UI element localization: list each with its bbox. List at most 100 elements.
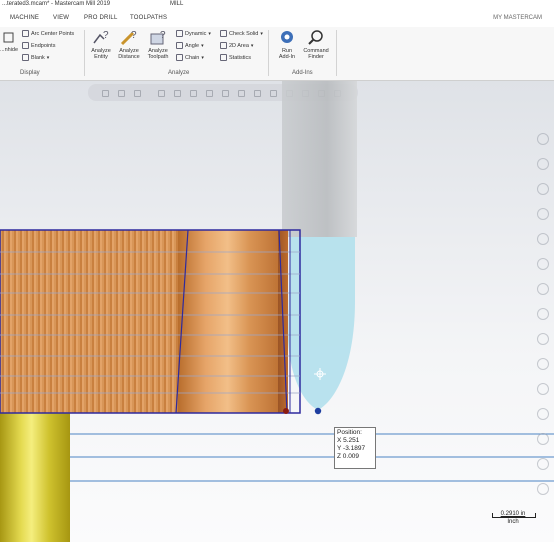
endpoint-dot[interactable]: [314, 407, 322, 415]
position-z: Z 0.009: [337, 453, 360, 460]
chain-lines: [70, 433, 554, 482]
zoom-in-icon[interactable]: [537, 133, 549, 145]
scale-indicator: 0.2910 in Inch: [488, 511, 538, 527]
analyze-distance-label-2: Distance: [118, 54, 140, 60]
wireframe-icon[interactable]: [537, 383, 549, 395]
top-view-icon[interactable]: [537, 258, 549, 270]
chain-label: Chain: [185, 54, 200, 61]
chevron-down-icon: ▾: [201, 54, 204, 61]
endpoints-label: Endpoints: [31, 42, 56, 49]
dynamic-icon: [176, 30, 183, 37]
run-addin-button[interactable]: Run Add-In: [273, 29, 301, 60]
chevron-down-icon: ▾: [208, 30, 211, 37]
blank-icon: [22, 54, 29, 61]
analyze-toolpath-label-2: Toolpath: [147, 54, 169, 60]
blank-item[interactable]: Blank ▾: [22, 54, 49, 61]
svg-text:?: ?: [131, 30, 137, 41]
chevron-down-icon: ▾: [250, 42, 254, 49]
my-mastercam-link[interactable]: MY MASTERCAM: [493, 15, 542, 21]
display-group-label: Display: [20, 70, 40, 76]
ribbon: ...nhide Arc Center Points Endpoints Bla…: [0, 27, 554, 81]
svg-text:?: ?: [103, 30, 109, 41]
command-finder-icon: [306, 29, 326, 46]
front-view-icon[interactable]: [537, 283, 549, 295]
position-title: Position:: [337, 429, 362, 436]
check-solid-item[interactable]: Check Solid ▾: [220, 30, 263, 37]
iso-view-icon[interactable]: [537, 333, 549, 345]
check-solid-icon: [220, 30, 227, 37]
2d-area-label: 2D Area: [229, 42, 249, 49]
statistics-item[interactable]: Statistics: [220, 54, 251, 61]
command-finder-label-2: Finder: [308, 54, 324, 60]
product-tab: MILL: [170, 1, 184, 7]
graphics-viewport[interactable]: Position: X 5.251 Y -3.1897 Z 0.009 0.29…: [0, 81, 554, 542]
toolbar-more-icon[interactable]: [537, 483, 549, 495]
analyze-distance-icon: ?: [119, 29, 139, 46]
dynamic-label: Dynamic: [185, 30, 207, 37]
scale-unit: Inch: [507, 519, 519, 525]
unhide-label: ...nhide: [0, 47, 19, 53]
rotate-icon[interactable]: [537, 208, 549, 220]
groove-right-edge: [278, 229, 288, 414]
tab-pro-drill[interactable]: PRO DRILL: [84, 15, 117, 21]
analyze-toolpath-icon: ?: [148, 29, 168, 46]
tool-tip: [288, 237, 355, 410]
position-readout: Position: X 5.251 Y -3.1897 Z 0.009: [334, 427, 376, 469]
unhide-button[interactable]: ...nhide: [0, 31, 18, 53]
dynamic-item[interactable]: Dynamic ▾: [176, 30, 211, 37]
check-solid-label: Check Solid: [229, 30, 259, 37]
analyze-entity-button[interactable]: ? Analyze Entity: [88, 29, 114, 60]
pan-icon[interactable]: [537, 233, 549, 245]
analyze-entity-label-2: Entity: [94, 54, 108, 60]
endpoints-item[interactable]: Endpoints: [22, 42, 55, 49]
separator: [268, 30, 269, 76]
tab-machine[interactable]: MACHINE: [10, 15, 39, 21]
statistics-label: Statistics: [229, 54, 252, 61]
chain-icon: [176, 54, 183, 61]
svg-text:?: ?: [160, 30, 166, 41]
hidden-lines-icon[interactable]: [537, 408, 549, 420]
position-x: X 5.251: [337, 437, 360, 444]
groove-left-edge: [175, 229, 189, 414]
analyze-distance-button[interactable]: ? Analyze Distance: [115, 29, 143, 60]
toolpath-lines: [0, 251, 300, 394]
ribbon-tabs: MACHINE VIEW PRO DRILL TOOLPATHS MY MAST…: [0, 10, 554, 28]
angle-icon: [176, 42, 183, 49]
tab-toolpaths[interactable]: TOOLPATHS: [130, 15, 167, 21]
translucency-icon[interactable]: [537, 433, 549, 445]
title-bar: ...terated3.mcam* - Mastercam Mill 2019 …: [0, 0, 554, 10]
toolbar-settings-icon[interactable]: [537, 458, 549, 470]
endpoints-icon: [22, 42, 29, 49]
chevron-down-icon: ▾: [46, 54, 50, 61]
analyze-toolpath-button[interactable]: ? Analyze Toolpath: [144, 29, 172, 60]
arc-center-points-icon: [22, 30, 29, 37]
arc-center-points-label: Arc Center Points: [31, 30, 75, 37]
analyze-entity-icon: ?: [91, 29, 111, 46]
2d-area-item[interactable]: 2D Area ▾: [220, 42, 253, 49]
separator: [84, 30, 85, 76]
command-finder-button[interactable]: Command Finder: [300, 29, 332, 60]
run-addin-label-2: Add-In: [278, 54, 296, 60]
tab-view[interactable]: VIEW: [53, 15, 69, 21]
arc-center-points-item[interactable]: Arc Center Points: [22, 30, 74, 37]
zoom-out-icon[interactable]: [537, 158, 549, 170]
right-view-icon[interactable]: [537, 308, 549, 320]
shading-icon[interactable]: [537, 358, 549, 370]
2d-area-icon: [220, 42, 227, 49]
addins-group-label: Add-Ins: [292, 70, 313, 76]
chevron-down-icon: ▾: [201, 42, 204, 49]
angle-item[interactable]: Angle ▾: [176, 42, 204, 49]
separator: [336, 30, 337, 76]
position-y: Y -3.1897: [337, 445, 366, 452]
run-addin-icon: [277, 29, 297, 46]
fit-icon[interactable]: [537, 183, 549, 195]
chevron-down-icon: ▾: [260, 30, 263, 37]
scale-value: 0.2910 in: [500, 511, 526, 517]
blank-label: Blank: [31, 54, 45, 61]
part-outline: [0, 229, 301, 414]
start-point-dot[interactable]: [283, 408, 289, 414]
wireframe-overlay: [0, 229, 554, 482]
window-title: ...terated3.mcam* - Mastercam Mill 2019: [2, 1, 111, 7]
chain-item[interactable]: Chain ▾: [176, 54, 204, 61]
unhide-icon: [3, 31, 15, 45]
